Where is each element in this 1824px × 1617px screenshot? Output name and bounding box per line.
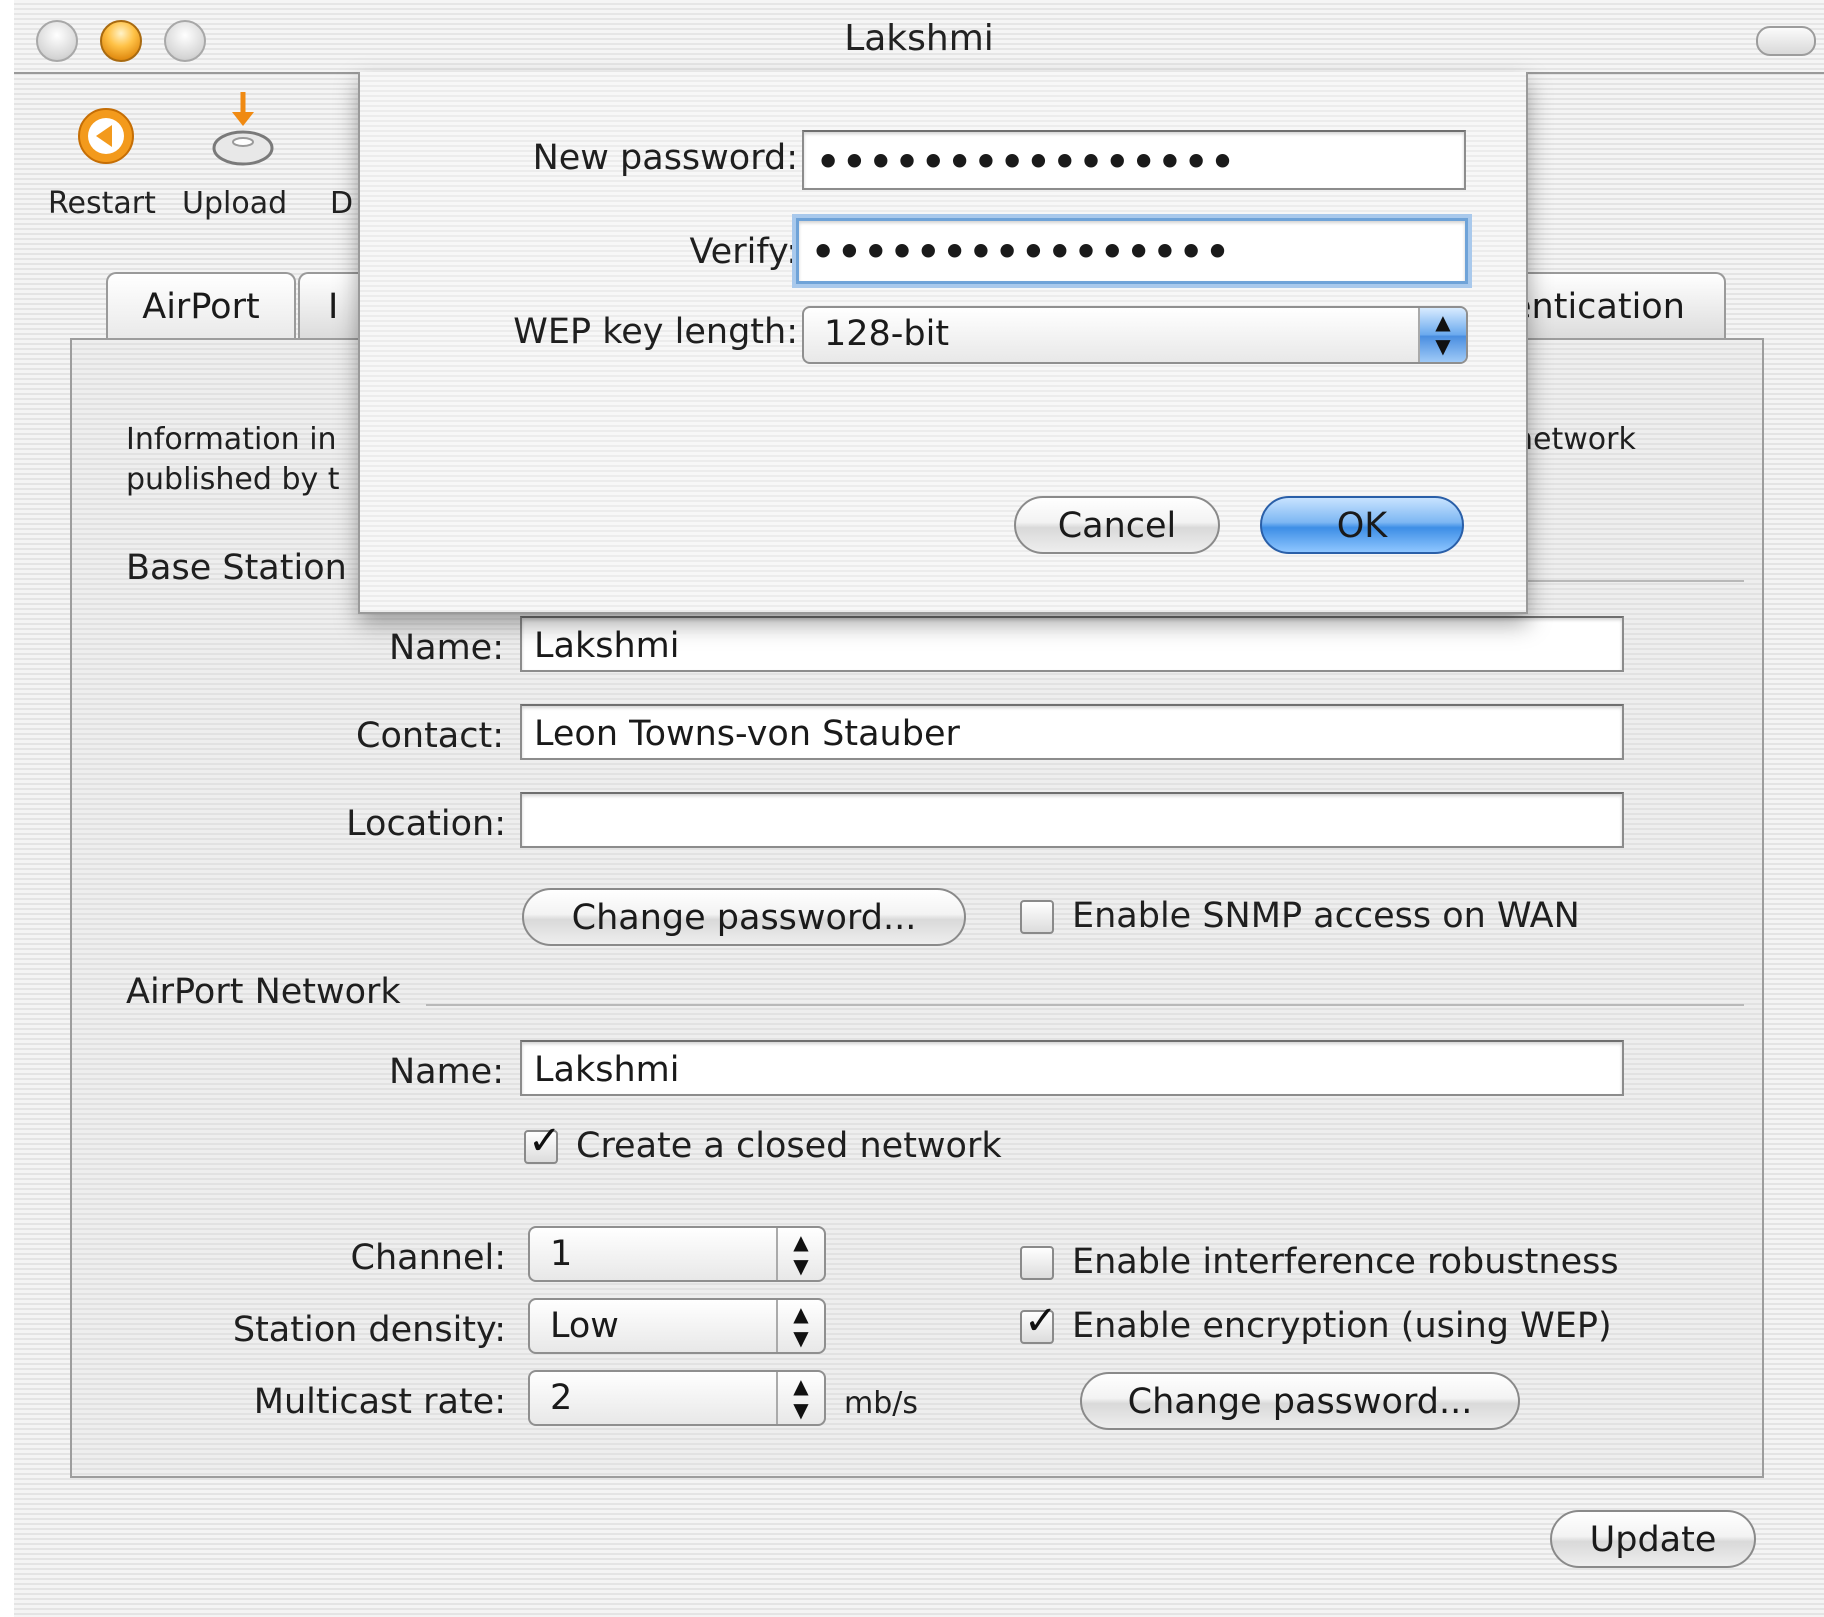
base-name-field[interactable]: Lakshmi — [520, 616, 1624, 672]
interference-checkbox[interactable] — [1020, 1246, 1054, 1280]
info-text-line1-right: network — [1514, 422, 1636, 457]
restart-label: Restart — [48, 186, 156, 221]
snmp-checkbox[interactable] — [1020, 900, 1054, 934]
toolbar-toggle-button[interactable] — [1756, 26, 1816, 56]
main-window: Lakshmi Restart Upload D AirPort I entic… — [14, 0, 1824, 1617]
restart-icon — [78, 108, 134, 164]
tab-authentication[interactable]: entication — [1506, 272, 1726, 338]
interference-label: Enable interference robustness — [1072, 1242, 1619, 1282]
popup-arrows-icon: ▲ ▼ — [776, 1300, 824, 1352]
title-bar: Lakshmi — [14, 0, 1824, 74]
popup-arrows-icon: ▲ ▼ — [1418, 308, 1466, 362]
base-station-section-label: Base Station — [126, 548, 347, 588]
verify-label: Verify: — [689, 232, 798, 272]
window-title: Lakshmi — [844, 18, 994, 59]
multicast-rate-label: Multicast rate: — [253, 1382, 506, 1422]
checkmark-icon: ✓ — [528, 1118, 562, 1164]
closed-network-checkbox[interactable]: ✓ — [524, 1118, 562, 1164]
upload-icon — [212, 92, 274, 166]
airport-network-divider — [426, 1004, 1744, 1006]
restart-toolbar-button[interactable]: Restart — [38, 96, 158, 226]
contact-field[interactable]: Leon Towns-von Stauber — [520, 704, 1624, 760]
station-density-value: Low — [550, 1306, 619, 1346]
channel-popup[interactable]: 1 ▲ ▼ — [528, 1226, 826, 1282]
contact-label: Contact: — [356, 716, 504, 756]
base-change-password-button[interactable]: Change password... — [522, 888, 966, 946]
wep-key-length-value: 128-bit — [824, 314, 950, 354]
network-name-field[interactable]: Lakshmi — [520, 1040, 1624, 1096]
location-label: Location: — [346, 804, 506, 844]
base-name-label: Name: — [388, 628, 504, 668]
popup-arrows-icon: ▲ ▼ — [776, 1228, 824, 1280]
wep-key-length-label: WEP key length: — [513, 312, 798, 352]
closed-network-label: Create a closed network — [576, 1126, 1002, 1166]
checkmark-icon: ✓ — [1024, 1298, 1058, 1344]
base-station-divider — [1510, 580, 1744, 582]
encryption-label: Enable encryption (using WEP) — [1072, 1306, 1612, 1346]
airport-network-section-label: AirPort Network — [126, 972, 401, 1012]
upload-toolbar-button[interactable]: Upload — [178, 90, 308, 226]
info-text-line2-left: published by t — [126, 462, 340, 497]
channel-value: 1 — [550, 1234, 573, 1274]
station-density-label: Station density: — [232, 1310, 506, 1350]
info-text-line1-left: Information in — [126, 422, 337, 457]
cancel-button[interactable]: Cancel — [1014, 496, 1220, 554]
popup-arrows-icon: ▲ ▼ — [776, 1372, 824, 1424]
change-password-sheet: New password: •••••••••••••••• Verify: •… — [358, 72, 1528, 614]
upload-label: Upload — [182, 186, 288, 221]
multicast-rate-value: 2 — [550, 1378, 573, 1418]
new-password-field[interactable]: •••••••••••••••• — [802, 130, 1466, 190]
wep-key-length-popup[interactable]: 128-bit ▲ ▼ — [802, 306, 1468, 364]
multicast-rate-popup[interactable]: 2 ▲ ▼ — [528, 1370, 826, 1426]
update-button[interactable]: Update — [1550, 1510, 1756, 1568]
snmp-label: Enable SNMP access on WAN — [1072, 896, 1580, 936]
station-density-popup[interactable]: Low ▲ ▼ — [528, 1298, 826, 1354]
tab-airport[interactable]: AirPort — [106, 272, 296, 340]
location-field[interactable] — [520, 792, 1624, 848]
default-label: D — [330, 186, 354, 221]
verify-field[interactable]: •••••••••••••••• — [796, 218, 1468, 284]
wep-change-password-button[interactable]: Change password... — [1080, 1372, 1520, 1430]
network-name-label: Name: — [388, 1052, 504, 1092]
multicast-unit-label: mb/s — [844, 1386, 919, 1421]
encryption-checkbox[interactable]: ✓ — [1020, 1298, 1058, 1344]
channel-label: Channel: — [350, 1238, 506, 1278]
ok-button[interactable]: OK — [1260, 496, 1464, 554]
new-password-label: New password: — [532, 138, 798, 178]
